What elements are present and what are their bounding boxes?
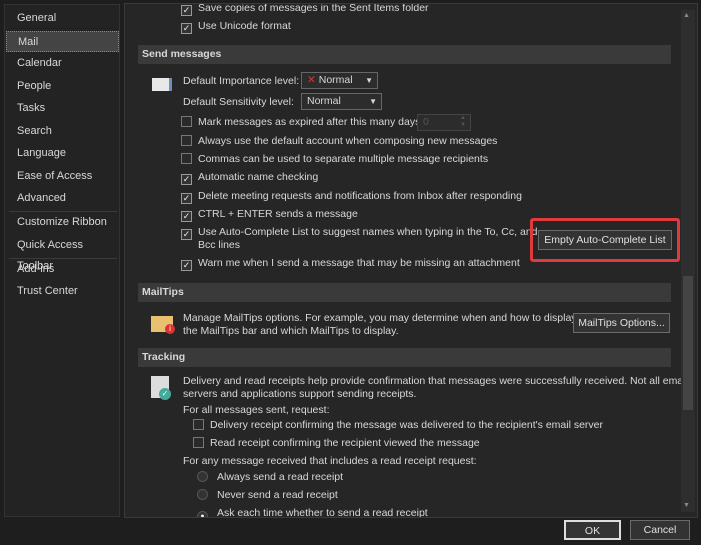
tracking-header: Tracking: [138, 348, 671, 367]
checkbox[interactable]: ✓: [181, 211, 192, 222]
for-any-label: For any message received that includes a…: [183, 455, 477, 467]
send-option[interactable]: ✓ Automatic name checking: [181, 170, 318, 185]
checkbox[interactable]: ✓: [181, 5, 192, 16]
option-label: Always send a read receipt: [217, 471, 344, 483]
radio[interactable]: ●: [197, 511, 208, 517]
sidebar-item-quick-access-toolbar[interactable]: Quick Access Toolbar: [6, 235, 119, 272]
send-messages-header: Send messages: [138, 45, 671, 64]
mailtips-icon: i: [151, 316, 175, 334]
checkbox[interactable]: [193, 437, 204, 448]
importance-value: Normal: [318, 74, 353, 86]
option-label: Never send a read receipt: [217, 489, 338, 501]
checkbox[interactable]: [193, 419, 204, 430]
checkbox[interactable]: ✓: [181, 193, 192, 204]
scrollbar[interactable]: [681, 10, 695, 512]
option-label: Warn me when I send a message that may b…: [198, 257, 520, 269]
sensitivity-value: Normal: [307, 95, 341, 107]
option-label: Mark messages as expired after this many…: [198, 116, 424, 128]
expire-days-stepper[interactable]: 0 ▲ ▼: [417, 114, 471, 131]
sidebar-item-search[interactable]: Search: [6, 121, 119, 142]
spin-arrows-icon: ▲ ▼: [460, 115, 466, 128]
send-option[interactable]: Commas can be used to separate multiple …: [181, 152, 488, 166]
expire-option[interactable]: Mark messages as expired after this many…: [181, 115, 423, 129]
sidebar-item-people[interactable]: People: [6, 76, 119, 97]
scrollbar-thumb[interactable]: [683, 276, 693, 410]
radio[interactable]: [197, 489, 208, 500]
radio-never-send[interactable]: Never send a read receipt: [197, 488, 338, 502]
sidebar-item-trust-center[interactable]: Trust Center: [6, 281, 119, 302]
sensitivity-select[interactable]: Normal ▼: [301, 93, 382, 110]
checkbox[interactable]: ✓: [181, 260, 192, 271]
checkbox[interactable]: [181, 135, 192, 146]
option-label: Commas can be used to separate multiple …: [198, 153, 489, 165]
sidebar-item-advanced[interactable]: Advanced: [6, 188, 119, 209]
option-label: Save copies of messages in the Sent Item…: [198, 3, 429, 14]
options-sidebar: General Mail Calendar People Tasks Searc…: [4, 4, 120, 517]
sidebar-item-customize-ribbon[interactable]: Customize Ribbon: [6, 212, 119, 233]
empty-auto-complete-button[interactable]: Empty Auto-Complete List: [538, 230, 672, 250]
receipt-icon: ✓: [151, 376, 171, 400]
tracking-text: servers and applications support sending…: [183, 388, 417, 400]
sidebar-item-language[interactable]: Language: [6, 143, 119, 164]
mailtips-text: the MailTips bar and which MailTips to d…: [183, 325, 399, 337]
sidebar-item-ease-of-access[interactable]: Ease of Access: [6, 166, 119, 187]
option-label: Ask each time whether to send a read rec…: [217, 507, 428, 518]
sensitivity-label: Default Sensitivity level:: [183, 96, 294, 108]
sidebar-item-calendar[interactable]: Calendar: [6, 53, 119, 74]
for-all-label: For all messages sent, request:: [183, 404, 330, 416]
checkbox[interactable]: ✓: [181, 229, 192, 240]
checkbox[interactable]: [181, 153, 192, 164]
importance-label: Default Importance level:: [183, 75, 300, 87]
mailtips-header: MailTips: [138, 283, 671, 302]
checkbox[interactable]: ✓: [181, 23, 192, 34]
envelope-icon: [152, 78, 172, 91]
ok-button[interactable]: OK: [564, 520, 621, 540]
sidebar-item-tasks[interactable]: Tasks: [6, 98, 119, 119]
read-receipt-option[interactable]: Read receipt confirming the recipient vi…: [193, 436, 480, 450]
option-label: Delivery receipt confirming the message …: [210, 419, 604, 431]
scroll-down-icon[interactable]: ▼: [683, 502, 690, 509]
radio-always-send[interactable]: Always send a read receipt: [197, 470, 343, 484]
send-option[interactable]: Always use the default account when comp…: [181, 134, 497, 148]
chevron-down-icon: ▼: [369, 97, 377, 106]
radio-ask-each-time[interactable]: ● Ask each time whether to send a read re…: [197, 506, 428, 518]
autocomplete-label-cont: Bcc lines: [198, 239, 241, 251]
expire-days-value: 0: [423, 116, 429, 128]
option-label: Read receipt confirming the recipient vi…: [210, 437, 480, 449]
checkbox[interactable]: ✓: [181, 174, 192, 185]
checkbox[interactable]: [181, 116, 192, 127]
option-label: CTRL + ENTER sends a message: [198, 208, 358, 220]
scroll-up-icon[interactable]: ▲: [683, 12, 690, 19]
tracking-text: Delivery and read receipts help provide …: [183, 375, 688, 387]
mailtips-options-button[interactable]: MailTips Options...: [573, 313, 670, 333]
option-label: Use Auto-Complete List to suggest names …: [198, 226, 538, 238]
radio[interactable]: [197, 471, 208, 482]
sidebar-item-add-ins[interactable]: Add-ins: [6, 259, 119, 280]
save-copies-option[interactable]: ✓ Save copies of messages in the Sent Ite…: [181, 3, 429, 16]
mail-options-panel: ✓ Save copies of messages in the Sent Ite…: [124, 3, 698, 518]
importance-icon: ✕: [307, 74, 316, 86]
send-option[interactable]: ✓ CTRL + ENTER sends a message: [181, 207, 358, 222]
send-option[interactable]: ✓ Delete meeting requests and notificatio…: [181, 189, 522, 204]
option-label: Always use the default account when comp…: [198, 135, 498, 147]
unicode-option[interactable]: ✓ Use Unicode format: [181, 19, 291, 34]
warn-option[interactable]: ✓ Warn me when I send a message that may …: [181, 256, 520, 271]
cancel-button[interactable]: Cancel: [630, 520, 690, 540]
sidebar-item-mail[interactable]: Mail: [6, 31, 119, 52]
importance-select[interactable]: ✕ Normal ▼: [301, 72, 378, 89]
option-label: Use Unicode format: [198, 20, 291, 32]
option-label: Automatic name checking: [198, 171, 319, 183]
delivery-receipt-option[interactable]: Delivery receipt confirming the message …: [193, 418, 603, 432]
sidebar-item-general[interactable]: General: [6, 8, 119, 29]
chevron-down-icon: ▼: [365, 76, 373, 85]
mailtips-text: Manage MailTips options. For example, yo…: [183, 312, 577, 324]
option-label: Delete meeting requests and notification…: [198, 190, 522, 202]
